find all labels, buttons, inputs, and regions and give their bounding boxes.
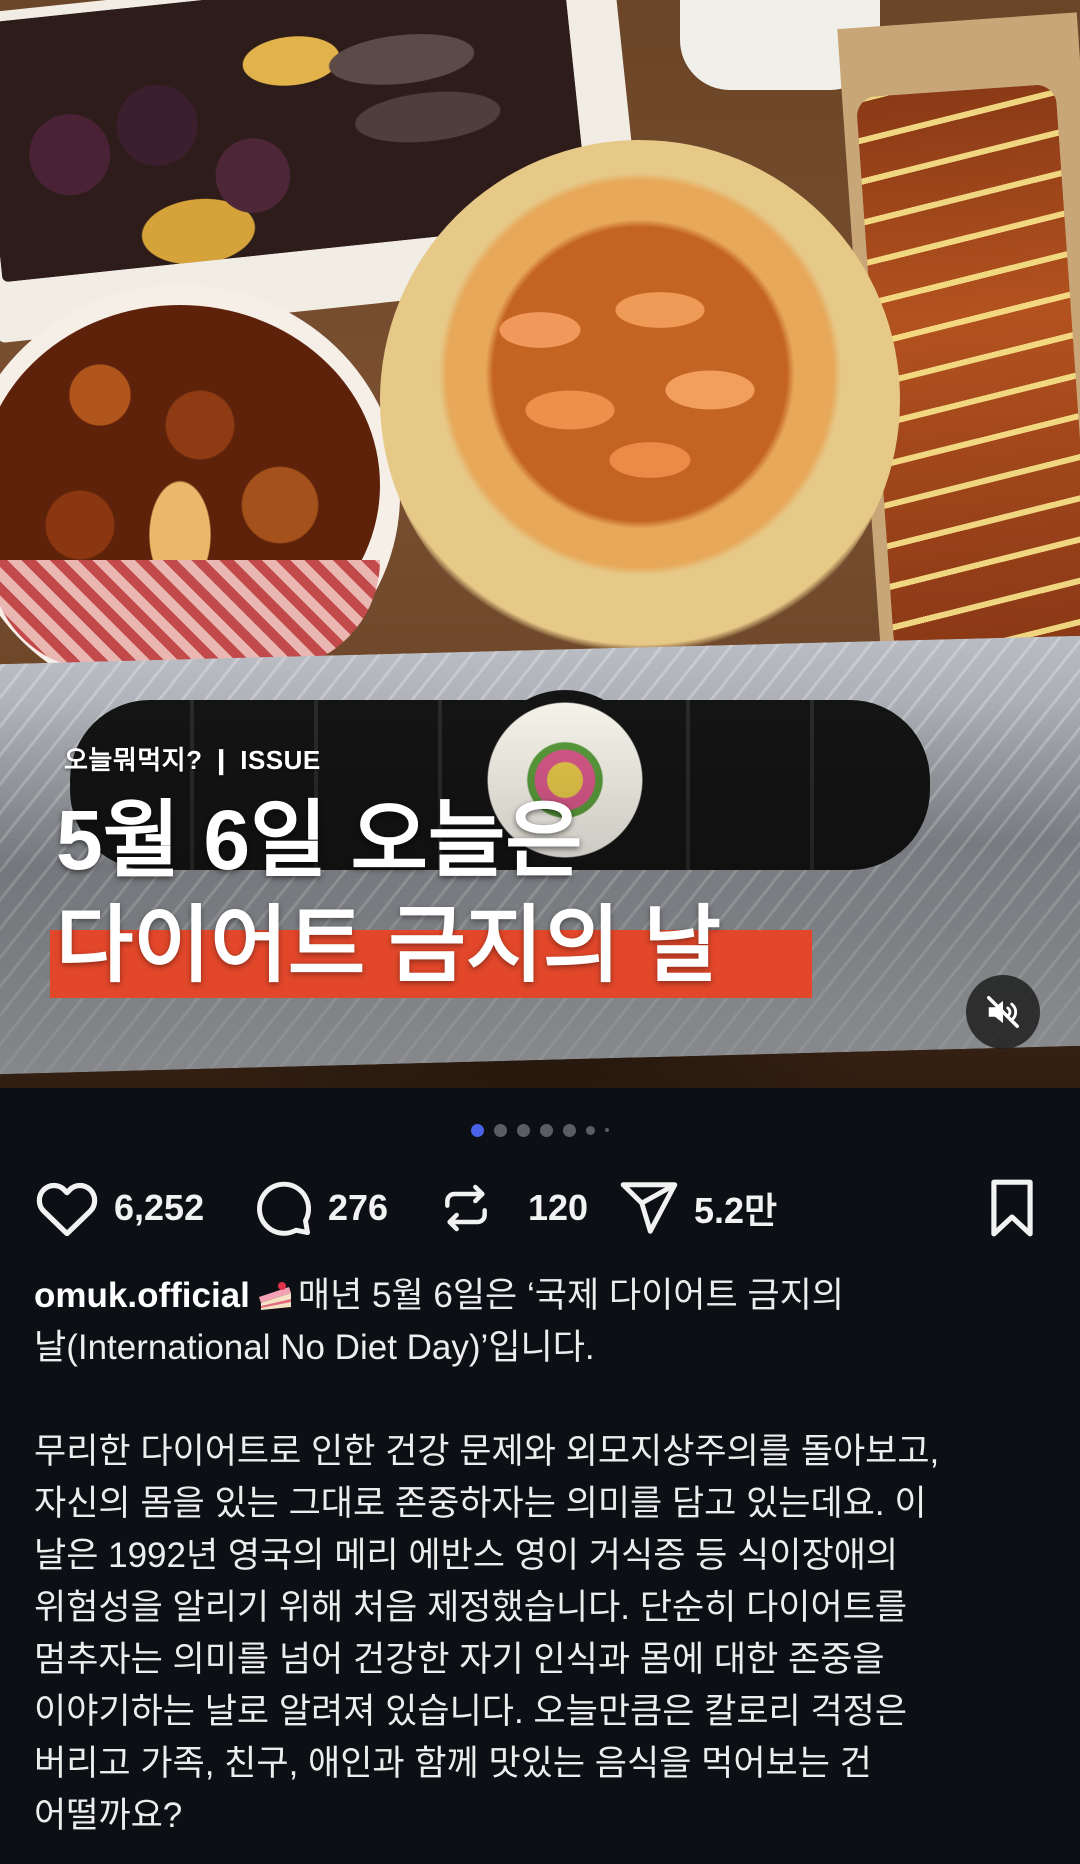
post-caption: omuk.official 매년 5월 6일은 ‘국제 다이어트 금지의 날(I… (34, 1270, 1044, 1842)
bookmark-icon (991, 1179, 1033, 1237)
share-count: 5.2만 (694, 1190, 778, 1231)
carousel-dot[interactable] (586, 1125, 595, 1135)
comment-icon (257, 1181, 312, 1236)
carousel-pagination (0, 1120, 1080, 1140)
caption-body-line: 자신의 몸을 있는 그대로 존중하자는 의미를 담고 있는데요. 이 (34, 1484, 927, 1523)
carousel-dot[interactable] (540, 1123, 553, 1137)
caption-body-line: 멈추자는 의미를 넘어 건강한 자기 인식과 몸에 대한 존중을 (34, 1640, 885, 1679)
carousel-dot[interactable] (563, 1123, 576, 1137)
like-count: 6,252 (114, 1187, 205, 1228)
caption-body-line: 날은 1992년 영국의 메리 에반스 영이 거식증 등 식이장애의 (34, 1536, 899, 1575)
repost-count: 120 (528, 1187, 589, 1228)
carousel-dot-active[interactable] (471, 1123, 484, 1137)
caption-body-line: 위험성을 알리기 위해 처음 제정했습니다. 단순히 다이어트를 (34, 1588, 908, 1627)
overlay-title-line2: 다이어트 금지의 날 (56, 898, 721, 992)
like-button[interactable]: 6,252 (34, 1172, 204, 1244)
overlay-tag: 오늘뭐먹지? ❙ ISSUE (64, 745, 321, 775)
post-actions: 6,252 276 120 5.2만 (34, 1172, 1050, 1244)
caption-gap (34, 1374, 1044, 1426)
mute-button[interactable] (966, 975, 1040, 1049)
heart-icon (36, 1182, 98, 1237)
caption-body-line: 이야기하는 날로 알려져 있습니다. 오늘만큼은 칼로리 걱정은 (34, 1692, 908, 1731)
cake-slice-icon (258, 1282, 291, 1310)
share-icon (620, 1182, 678, 1234)
post-media[interactable]: 오늘뭐먹지? ❙ ISSUE 5월 6일 오늘은 다이어트 금지의 날 (0, 0, 1080, 1088)
photo-tteokbokki (480, 250, 820, 510)
caption-intro-line2: 날(International No Diet Day)’입니다. (34, 1328, 595, 1367)
caption-body-line: 버리고 가족, 친구, 애인과 함께 맛있는 음식을 먹어보는 건 (34, 1744, 872, 1783)
comment-button[interactable]: 276 (252, 1172, 388, 1244)
comment-count: 276 (328, 1187, 389, 1228)
overlay-title-line1: 5월 6일 오늘은 (56, 793, 583, 887)
caption-body-line: 어떨까요? (34, 1796, 183, 1835)
carousel-dot[interactable] (517, 1123, 530, 1137)
repost-button[interactable]: 120 (438, 1172, 588, 1244)
save-button[interactable] (984, 1172, 1040, 1244)
photo-bowl-band (0, 560, 380, 670)
caption-username[interactable]: omuk.official (34, 1276, 250, 1315)
repost-icon (445, 1184, 487, 1232)
caption-intro-text1: 매년 5월 6일은 ‘국제 다이어트 금지의 (297, 1276, 845, 1315)
caption-body-line: 무리한 다이어트로 인한 건강 문제와 외모지상주의를 돌아보고, (34, 1432, 940, 1471)
caption-intro-line1: omuk.official 매년 5월 6일은 ‘국제 다이어트 금지의 (34, 1270, 1044, 1322)
speaker-muted-icon (987, 996, 1019, 1028)
carousel-dot[interactable] (605, 1128, 609, 1132)
carousel-dot[interactable] (494, 1123, 507, 1137)
share-button[interactable]: 5.2만 (618, 1172, 777, 1244)
